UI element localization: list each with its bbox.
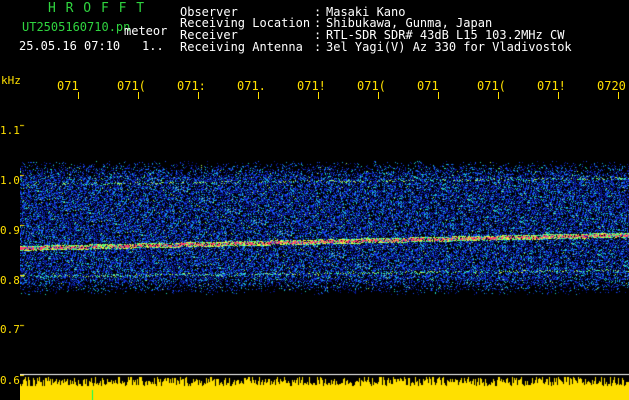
time-tick-mark xyxy=(78,92,79,99)
counter-label: 1.. xyxy=(142,39,164,53)
freq-tick-label: 0.8 xyxy=(0,274,20,287)
time-tick-mark xyxy=(378,92,379,99)
freq-tick-label: 1.0 xyxy=(0,174,20,187)
info-value-antenna: 3el Yagi(V) Az 330 for Vladivostok xyxy=(326,40,572,54)
info-colon: : xyxy=(314,40,322,54)
time-tick: 071( xyxy=(477,79,506,93)
time-tick: 071( xyxy=(117,79,146,93)
time-tick-mark xyxy=(258,92,259,99)
time-tick: 071! xyxy=(537,79,566,93)
time-tick: 071 xyxy=(57,79,79,93)
time-tick-mark xyxy=(558,92,559,99)
freq-tick-label: 0.7 xyxy=(0,323,20,336)
time-tick-mark xyxy=(198,92,199,99)
freq-tick-label: 1.1 xyxy=(0,124,20,137)
time-tick: 0720 xyxy=(597,79,626,93)
mode-label: meteor xyxy=(124,24,168,38)
time-tick-mark xyxy=(318,92,319,99)
time-tick-mark xyxy=(498,92,499,99)
axis-unit-khz: kHz xyxy=(1,74,21,87)
time-tick: 071( xyxy=(357,79,386,93)
freq-tick-label: 0.6 xyxy=(0,374,20,387)
freq-tick-label: 0.9 xyxy=(0,224,20,237)
time-tick: 071. xyxy=(237,79,266,93)
filename-label: UT2505160710.pn xyxy=(22,20,131,34)
time-tick-mark xyxy=(438,92,439,99)
time-tick: 071: xyxy=(177,79,206,93)
time-tick: 071! xyxy=(297,79,326,93)
datetime-label: 25.05.16 07:10 xyxy=(19,39,121,53)
time-tick-mark xyxy=(138,92,139,99)
spectrogram-canvas xyxy=(20,100,629,400)
brand-title: H R O F F T xyxy=(48,1,146,16)
time-tick: 071 xyxy=(417,79,439,93)
info-label-antenna: Receiving Antenna xyxy=(180,40,303,54)
time-tick-mark xyxy=(618,92,619,99)
